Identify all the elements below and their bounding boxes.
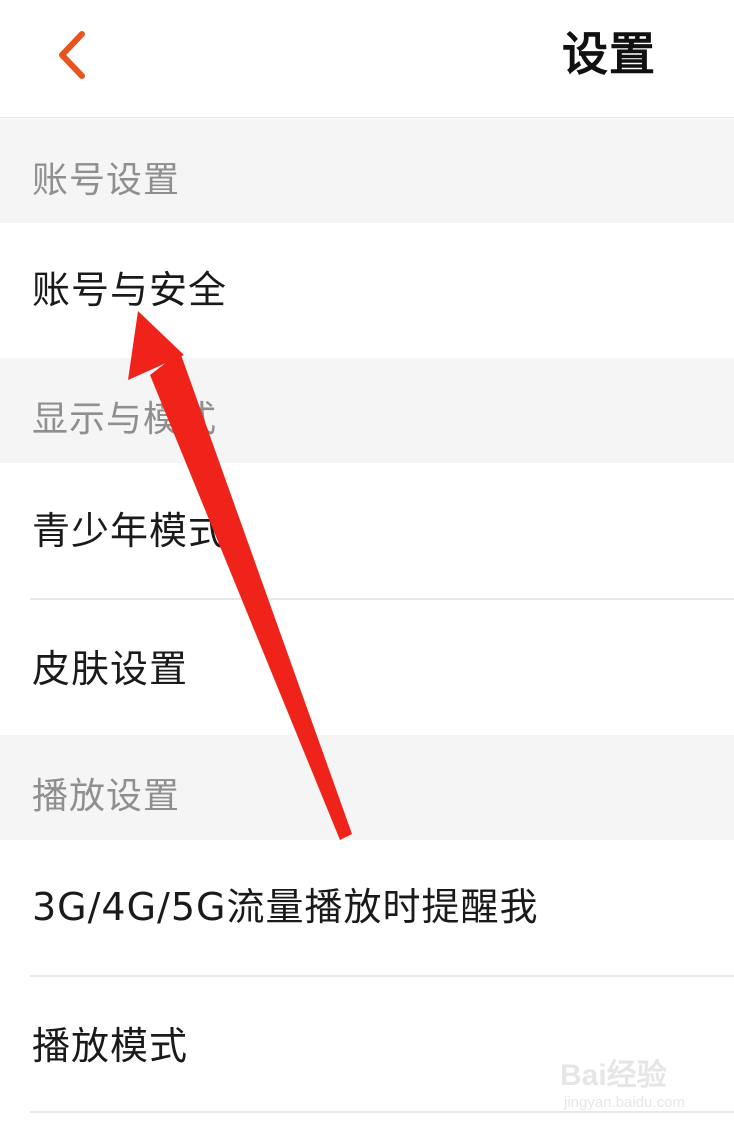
section-header-account: 账号设置 (0, 119, 734, 223)
list-item-cellular-playback-reminder[interactable]: 3G/4G/5G流量播放时提醒我 (0, 840, 734, 975)
page-title: 设置 (562, 27, 656, 81)
watermark-url: jingyan.baidu.com (564, 1094, 685, 1111)
section-header-playback: 播放设置 (0, 735, 734, 840)
list-item-teen-mode[interactable]: 青少年模式 (0, 463, 734, 599)
back-chevron-icon[interactable] (44, 22, 104, 88)
list-item-account-security[interactable]: 账号与安全 (0, 223, 734, 358)
baidu-jingyan-watermark: Bai经验 jingyan.baidu.com (560, 1050, 710, 1120)
watermark-brand: Bai经验 (560, 1059, 667, 1092)
top-nav-bar: 设置 (0, 0, 734, 118)
section-header-display-mode: 显示与模式 (0, 358, 734, 463)
list-item-skin-settings[interactable]: 皮肤设置 (0, 600, 734, 735)
